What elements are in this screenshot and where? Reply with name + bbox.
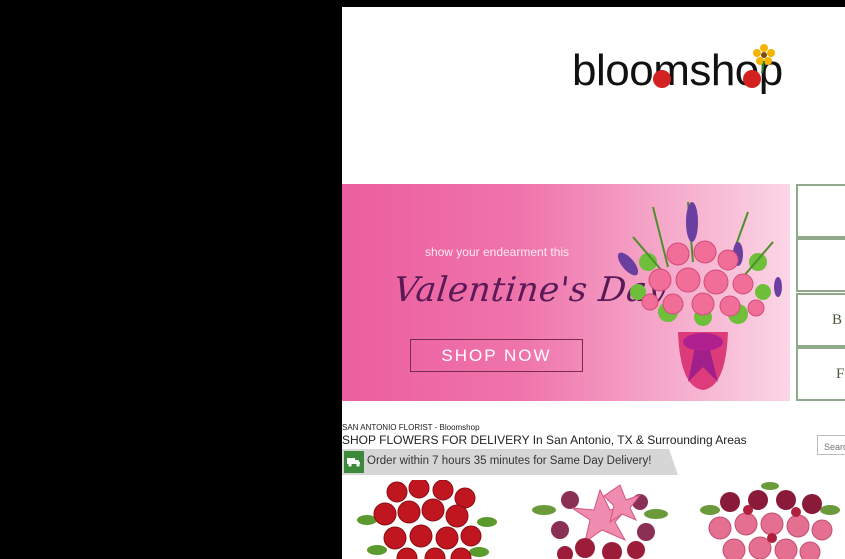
mixed-rose-bouquet-image[interactable] — [700, 480, 840, 559]
page-content: bloomshop show your endearment this Vale… — [342, 7, 845, 559]
delivery-truck-icon — [344, 451, 364, 473]
side-nav-label-4: F — [836, 366, 845, 382]
delivery-message: Order within 7 hours 35 minutes for Same… — [367, 455, 652, 467]
red-roses-bouquet-image[interactable] — [357, 480, 497, 559]
breadcrumb: SAN ANTONIO FLORIST - Bloomshop — [342, 423, 480, 432]
side-nav-item-4[interactable]: F — [796, 347, 845, 401]
pink-lily-bouquet-image[interactable] — [530, 480, 670, 559]
side-nav-item-1[interactable] — [796, 184, 845, 238]
side-nav-item-3[interactable]: B — [796, 293, 845, 347]
search-input[interactable] — [817, 435, 845, 455]
bouquet-image — [617, 201, 782, 390]
banner-tagline: show your endearment this — [424, 245, 570, 259]
flower-logo-icon — [653, 44, 775, 88]
side-nav-label-3: B — [832, 312, 843, 328]
page-heading: SHOP FLOWERS FOR DELIVERY In San Antonio… — [342, 433, 747, 447]
bloomshop-logo[interactable]: bloomshop — [570, 43, 800, 103]
valentines-banner[interactable]: show your endearment this Valentine's Da… — [342, 184, 790, 401]
shop-now-button[interactable]: SHOP NOW — [410, 339, 583, 372]
same-day-delivery-bar: Order within 7 hours 35 minutes for Same… — [342, 449, 678, 475]
side-nav-item-2[interactable] — [796, 238, 845, 292]
